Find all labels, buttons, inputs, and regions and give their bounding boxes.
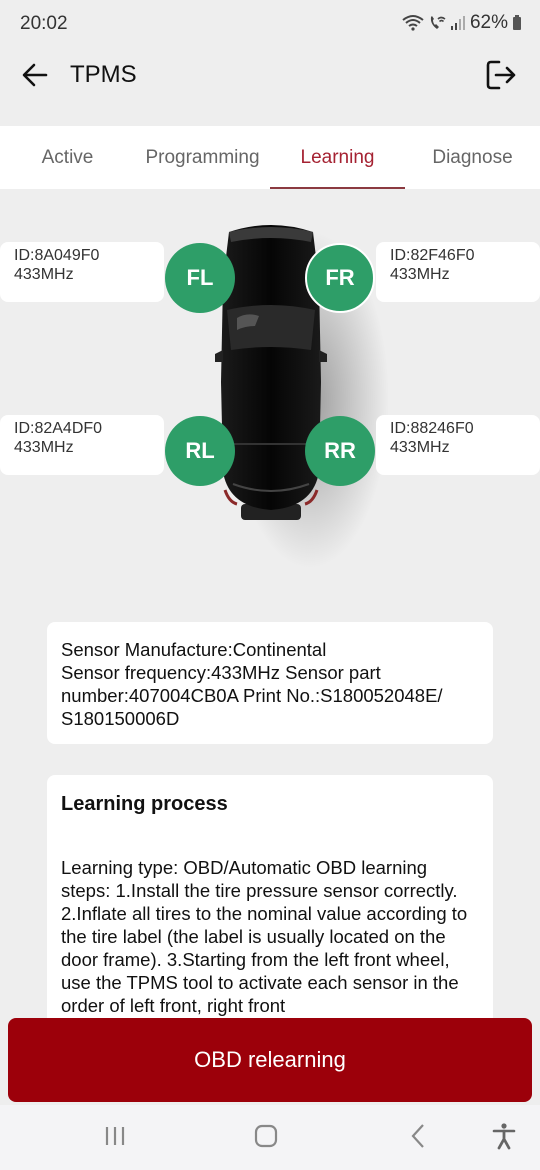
page-title: TPMS: [70, 61, 137, 88]
back-button[interactable]: [20, 60, 50, 90]
sensor-frequency: 433MHz: [390, 439, 450, 456]
system-nav-bar: [0, 1105, 540, 1170]
sensor-card-rr: ID:88246F0 433MHz: [376, 415, 540, 475]
car-diagram: ID:8A049F0 433MHz ID:82F46F0 433MHz ID:8…: [0, 190, 540, 590]
wifi-icon: [402, 14, 424, 32]
sensor-card-rl: ID:82A4DF0 433MHz: [0, 415, 164, 475]
home-icon: [254, 1124, 278, 1148]
sensor-id: ID:88246F0: [390, 420, 474, 437]
sensor-id: ID:8A049F0: [14, 247, 100, 264]
tab-learning[interactable]: Learning: [270, 126, 405, 189]
wheel-badge-fl[interactable]: FL: [165, 243, 235, 313]
home-button[interactable]: [250, 1121, 282, 1153]
wifi-calling-icon: [428, 14, 446, 32]
tab-diagnose[interactable]: Diagnose: [405, 126, 540, 189]
accessibility-button[interactable]: [488, 1121, 520, 1153]
arrow-left-icon: [22, 63, 48, 87]
recent-apps-button[interactable]: [100, 1121, 132, 1153]
learning-process-title: Learning process: [61, 793, 228, 815]
sensor-info-card: Sensor Manufacture:Continental Sensor fr…: [47, 622, 493, 744]
obd-relearning-button[interactable]: OBD relearning: [8, 1018, 532, 1102]
sensor-details: Sensor frequency:433MHz Sensor part numb…: [61, 662, 443, 729]
status-bar: 20:02 62%: [0, 0, 540, 50]
exit-button[interactable]: [484, 58, 518, 92]
sensor-id: ID:82F46F0: [390, 247, 475, 264]
wheel-badge-rl[interactable]: RL: [165, 416, 235, 486]
sensor-frequency: 433MHz: [14, 439, 74, 456]
battery-percent: 62%: [469, 12, 508, 33]
learning-process-text: Learning type: OBD/Automatic OBD learnin…: [61, 857, 468, 1016]
system-back-button[interactable]: [403, 1121, 435, 1153]
sensor-card-fr: ID:82F46F0 433MHz: [376, 242, 540, 302]
tab-bar: Active Programming Learning Diagnose: [0, 126, 540, 189]
tab-programming[interactable]: Programming: [135, 126, 270, 189]
status-icons: 62%: [402, 12, 522, 34]
sensor-card-fl: ID:8A049F0 433MHz: [0, 242, 164, 302]
status-time: 20:02: [20, 13, 68, 34]
tab-active[interactable]: Active: [0, 126, 135, 189]
recent-apps-icon: [105, 1127, 125, 1145]
sensor-manufacture: Sensor Manufacture:Continental: [61, 639, 327, 660]
back-icon: [411, 1124, 424, 1148]
wheel-badge-fr[interactable]: FR: [305, 243, 375, 313]
accessibility-icon: [492, 1123, 516, 1150]
signal-icon: [450, 14, 466, 32]
app-bar: TPMS: [0, 50, 540, 100]
logout-icon: [486, 60, 516, 90]
wheel-badge-rr[interactable]: RR: [305, 416, 375, 486]
battery-icon: [512, 14, 522, 32]
sensor-frequency: 433MHz: [390, 266, 450, 283]
learning-process-card: Learning process Learning type: OBD/Auto…: [47, 775, 493, 1035]
sensor-frequency: 433MHz: [14, 266, 74, 283]
sensor-id: ID:82A4DF0: [14, 420, 103, 437]
